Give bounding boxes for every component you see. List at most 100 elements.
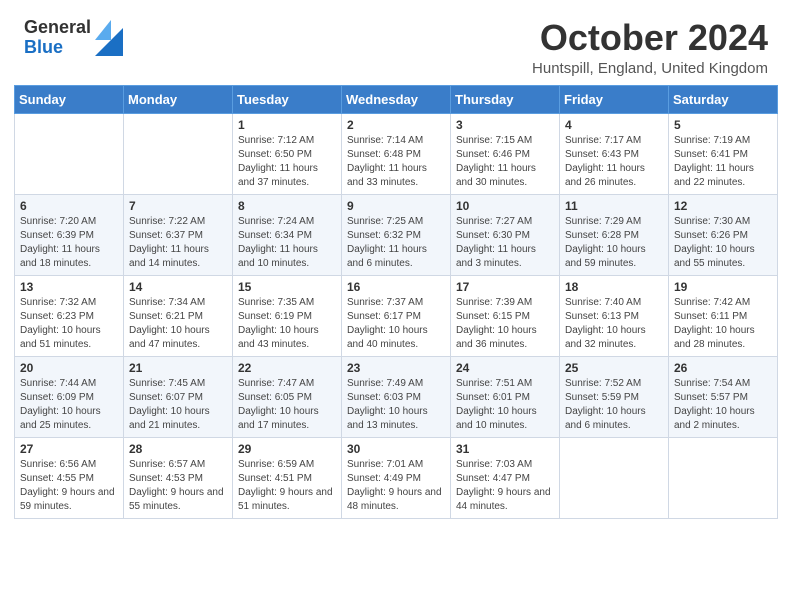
day-number: 28 [129, 442, 227, 456]
header-tuesday: Tuesday [233, 85, 342, 113]
day-info: Sunrise: 7:32 AM Sunset: 6:23 PM Dayligh… [20, 297, 101, 350]
day-info: Sunrise: 7:39 AM Sunset: 6:15 PM Dayligh… [456, 297, 537, 350]
table-row [560, 437, 669, 518]
table-row: 4 Sunrise: 7:17 AM Sunset: 6:43 PM Daylig… [560, 113, 669, 194]
day-number: 14 [129, 280, 227, 294]
header-saturday: Saturday [669, 85, 778, 113]
table-row: 28 Sunrise: 6:57 AM Sunset: 4:53 PM Dayli… [124, 437, 233, 518]
day-number: 20 [20, 361, 118, 375]
title-block: October 2024 Huntspill, England, United … [532, 18, 768, 77]
day-info: Sunrise: 7:20 AM Sunset: 6:39 PM Dayligh… [20, 216, 100, 269]
table-row: 15 Sunrise: 7:35 AM Sunset: 6:19 PM Dayli… [233, 275, 342, 356]
day-number: 16 [347, 280, 445, 294]
day-info: Sunrise: 7:52 AM Sunset: 5:59 PM Dayligh… [565, 378, 646, 431]
table-row [669, 437, 778, 518]
table-row: 25 Sunrise: 7:52 AM Sunset: 5:59 PM Dayli… [560, 356, 669, 437]
table-row: 24 Sunrise: 7:51 AM Sunset: 6:01 PM Dayli… [451, 356, 560, 437]
table-row: 10Sunrise: 7:27 AM Sunset: 6:30 PM Dayli… [451, 194, 560, 275]
day-number: 11 [565, 199, 663, 213]
day-number: 29 [238, 442, 336, 456]
table-row: 8Sunrise: 7:24 AM Sunset: 6:34 PM Daylig… [233, 194, 342, 275]
day-info: Sunrise: 7:30 AM Sunset: 6:26 PM Dayligh… [674, 216, 755, 269]
header-sunday: Sunday [15, 85, 124, 113]
table-row: 3 Sunrise: 7:15 AM Sunset: 6:46 PM Daylig… [451, 113, 560, 194]
header-wednesday: Wednesday [342, 85, 451, 113]
day-info: Sunrise: 6:57 AM Sunset: 4:53 PM Dayligh… [129, 459, 224, 512]
day-info: Sunrise: 7:29 AM Sunset: 6:28 PM Dayligh… [565, 216, 646, 269]
day-number: 4 [565, 118, 663, 132]
day-info: Sunrise: 7:15 AM Sunset: 6:46 PM Dayligh… [456, 135, 536, 188]
table-row: 9Sunrise: 7:25 AM Sunset: 6:32 PM Daylig… [342, 194, 451, 275]
table-row: 6 Sunrise: 7:20 AM Sunset: 6:39 PM Daylig… [15, 194, 124, 275]
table-row: 31 Sunrise: 7:03 AM Sunset: 4:47 PM Dayli… [451, 437, 560, 518]
day-info: Sunrise: 7:19 AM Sunset: 6:41 PM Dayligh… [674, 135, 754, 188]
day-number: 5 [674, 118, 772, 132]
location-text: Huntspill, England, United Kingdom [532, 60, 768, 77]
day-number: 12 [674, 199, 772, 213]
table-row [124, 113, 233, 194]
day-info: Sunrise: 6:59 AM Sunset: 4:51 PM Dayligh… [238, 459, 333, 512]
day-number: 19 [674, 280, 772, 294]
day-number: 2 [347, 118, 445, 132]
day-info: Sunrise: 7:34 AM Sunset: 6:21 PM Dayligh… [129, 297, 210, 350]
table-row: 12 Sunrise: 7:30 AM Sunset: 6:26 PM Dayli… [669, 194, 778, 275]
day-number: 24 [456, 361, 554, 375]
table-row: 14 Sunrise: 7:34 AM Sunset: 6:21 PM Dayli… [124, 275, 233, 356]
table-row: 5 Sunrise: 7:19 AM Sunset: 6:41 PM Daylig… [669, 113, 778, 194]
day-info: Sunrise: 7:44 AM Sunset: 6:09 PM Dayligh… [20, 378, 101, 431]
day-number: 6 [20, 199, 118, 213]
day-number: 17 [456, 280, 554, 294]
day-number: 18 [565, 280, 663, 294]
day-number: 23 [347, 361, 445, 375]
day-info: Sunrise: 7:27 AM Sunset: 6:30 PM Dayligh… [456, 216, 536, 269]
day-number: 7 [129, 199, 227, 213]
table-row: 7 Sunrise: 7:22 AM Sunset: 6:37 PM Daylig… [124, 194, 233, 275]
header-monday: Monday [124, 85, 233, 113]
day-info: Sunrise: 7:14 AM Sunset: 6:48 PM Dayligh… [347, 135, 427, 188]
day-info: Sunrise: 7:24 AM Sunset: 6:34 PM Dayligh… [238, 216, 318, 269]
table-row: 1Sunrise: 7:12 AM Sunset: 6:50 PM Daylig… [233, 113, 342, 194]
month-title: October 2024 [532, 18, 768, 58]
day-info: Sunrise: 7:37 AM Sunset: 6:17 PM Dayligh… [347, 297, 428, 350]
day-info: Sunrise: 7:17 AM Sunset: 6:43 PM Dayligh… [565, 135, 645, 188]
logo-general-text: General [24, 18, 91, 38]
table-row: 20 Sunrise: 7:44 AM Sunset: 6:09 PM Dayli… [15, 356, 124, 437]
calendar-body: 1Sunrise: 7:12 AM Sunset: 6:50 PM Daylig… [15, 113, 778, 518]
table-row: 16 Sunrise: 7:37 AM Sunset: 6:17 PM Dayli… [342, 275, 451, 356]
page-header: General Blue October 2024 Huntspill, Eng… [0, 0, 792, 85]
table-row: 30 Sunrise: 7:01 AM Sunset: 4:49 PM Dayli… [342, 437, 451, 518]
calendar-wrap: Sunday Monday Tuesday Wednesday Thursday… [0, 85, 792, 533]
day-info: Sunrise: 7:51 AM Sunset: 6:01 PM Dayligh… [456, 378, 537, 431]
day-number: 31 [456, 442, 554, 456]
day-info: Sunrise: 7:01 AM Sunset: 4:49 PM Dayligh… [347, 459, 442, 512]
day-info: Sunrise: 7:35 AM Sunset: 6:19 PM Dayligh… [238, 297, 319, 350]
logo: General Blue [24, 18, 123, 58]
table-row: 2 Sunrise: 7:14 AM Sunset: 6:48 PM Daylig… [342, 113, 451, 194]
table-row: 23Sunrise: 7:49 AM Sunset: 6:03 PM Dayli… [342, 356, 451, 437]
day-number: 13 [20, 280, 118, 294]
table-row: 18Sunrise: 7:40 AM Sunset: 6:13 PM Dayli… [560, 275, 669, 356]
table-row: 29 Sunrise: 6:59 AM Sunset: 4:51 PM Dayli… [233, 437, 342, 518]
day-info: Sunrise: 7:03 AM Sunset: 4:47 PM Dayligh… [456, 459, 551, 512]
header-thursday: Thursday [451, 85, 560, 113]
table-row: 13 Sunrise: 7:32 AM Sunset: 6:23 PM Dayli… [15, 275, 124, 356]
day-info: Sunrise: 7:47 AM Sunset: 6:05 PM Dayligh… [238, 378, 319, 431]
header-friday: Friday [560, 85, 669, 113]
calendar-table: Sunday Monday Tuesday Wednesday Thursday… [14, 85, 778, 519]
table-row: 17 Sunrise: 7:39 AM Sunset: 6:15 PM Dayli… [451, 275, 560, 356]
logo-icon [95, 20, 123, 56]
day-info: Sunrise: 7:25 AM Sunset: 6:32 PM Dayligh… [347, 216, 427, 269]
day-number: 25 [565, 361, 663, 375]
calendar-header: Sunday Monday Tuesday Wednesday Thursday… [15, 85, 778, 113]
table-row [15, 113, 124, 194]
day-number: 15 [238, 280, 336, 294]
day-info: Sunrise: 7:42 AM Sunset: 6:11 PM Dayligh… [674, 297, 755, 350]
day-number: 3 [456, 118, 554, 132]
day-number: 22 [238, 361, 336, 375]
day-number: 1 [238, 118, 336, 132]
table-row: 19 Sunrise: 7:42 AM Sunset: 6:11 PM Dayli… [669, 275, 778, 356]
table-row: 26Sunrise: 7:54 AM Sunset: 5:57 PM Dayli… [669, 356, 778, 437]
day-info: Sunrise: 6:56 AM Sunset: 4:55 PM Dayligh… [20, 459, 115, 512]
day-info: Sunrise: 7:22 AM Sunset: 6:37 PM Dayligh… [129, 216, 209, 269]
day-number: 30 [347, 442, 445, 456]
